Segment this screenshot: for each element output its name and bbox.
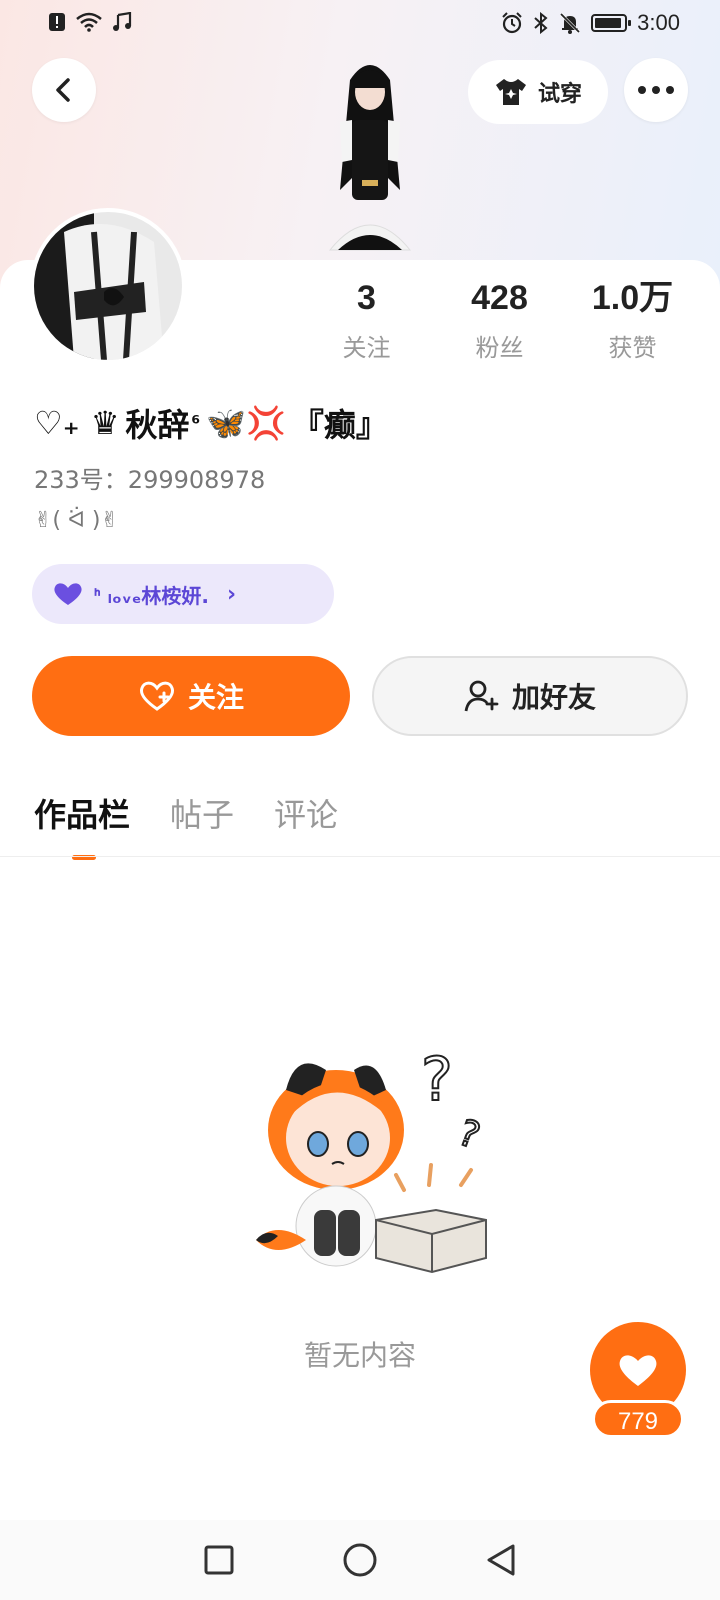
- add-friend-button[interactable]: 加好友: [372, 656, 688, 736]
- mute-bell-icon: [560, 12, 581, 34]
- home-button[interactable]: [342, 1542, 378, 1578]
- follow-label: 关注: [187, 681, 244, 714]
- more-dots-icon: [638, 86, 674, 94]
- stats-row: 3 关注 428 粉丝 1.0万 获赞: [300, 278, 700, 363]
- svg-text:?: ?: [453, 1112, 485, 1157]
- stat-label: 粉丝: [475, 334, 524, 362]
- stat-value: 1.0万: [591, 279, 674, 317]
- username-suffix: 『癫』: [291, 406, 388, 444]
- heart-icon: [619, 1355, 657, 1386]
- stat-label: 关注: [342, 334, 391, 362]
- system-nav-bar: [0, 1520, 720, 1600]
- more-button[interactable]: [624, 58, 688, 122]
- tshirt-icon: [495, 79, 526, 105]
- username-sup: ⁶: [191, 411, 201, 435]
- wifi-icon: [76, 12, 102, 32]
- character-figure-image: [328, 65, 412, 251]
- try-on-button[interactable]: 试穿: [468, 60, 608, 124]
- username-emojis: 🦋💢: [206, 404, 286, 442]
- battery-icon: [591, 14, 632, 32]
- stat-value: 428: [471, 279, 528, 317]
- add-friend-label: 加好友: [511, 681, 596, 714]
- stat-label: 获赞: [608, 334, 657, 362]
- back-button[interactable]: [32, 58, 96, 122]
- tab-posts[interactable]: 帖子: [170, 790, 234, 836]
- username: ♡₊ ♛ 秋辞 ⁶ 🦋💢 『癫』: [34, 400, 388, 446]
- recent-apps-button[interactable]: [203, 1544, 235, 1576]
- status-bar: 3:00: [0, 0, 720, 48]
- avatar[interactable]: [30, 208, 186, 364]
- chevron-left-icon: [56, 78, 70, 102]
- alert-icon: [49, 13, 65, 31]
- tabs-divider: [0, 856, 720, 857]
- tab-comments[interactable]: 评论: [274, 790, 338, 836]
- username-prefix: ♡₊ ♛: [34, 404, 120, 442]
- content-tabs: 作品栏 帖子 评论: [34, 790, 338, 860]
- bluetooth-icon: [534, 12, 548, 34]
- signature: ✌( ᐛ )✌: [34, 508, 119, 533]
- add-user-icon: [464, 680, 499, 712]
- cp-label: ᑋ ₗₒᵥₑ林桉妍.: [94, 583, 209, 608]
- back-nav-button[interactable]: [485, 1543, 517, 1577]
- svg-text:?: ?: [421, 1045, 453, 1115]
- chevron-right-icon: ›: [226, 581, 237, 607]
- avatar-image: [34, 212, 182, 360]
- stat-following[interactable]: 3 关注: [300, 278, 433, 363]
- user-id: 233号：299908978: [34, 466, 266, 494]
- stat-followers[interactable]: 428 粉丝: [433, 278, 566, 363]
- try-on-label: 试穿: [537, 82, 582, 107]
- like-count-badge: 779: [592, 1400, 684, 1438]
- stat-likes[interactable]: 1.0万 获赞: [566, 278, 699, 363]
- alarm-icon: [502, 12, 522, 34]
- purple-heart-icon: [54, 583, 82, 605]
- empty-state-illustration: ? ?: [256, 1044, 487, 1274]
- music-icon: [113, 12, 132, 31]
- tab-works[interactable]: 作品栏: [34, 790, 130, 860]
- heart-plus-icon: [140, 681, 174, 711]
- follow-button[interactable]: 关注: [32, 656, 350, 736]
- cp-relationship-pill[interactable]: ᑋ ₗₒᵥₑ林桉妍. ›: [32, 564, 334, 624]
- stat-value: 3: [357, 279, 376, 317]
- username-main: 秋辞: [125, 406, 190, 444]
- status-time: 3:00: [637, 10, 680, 35]
